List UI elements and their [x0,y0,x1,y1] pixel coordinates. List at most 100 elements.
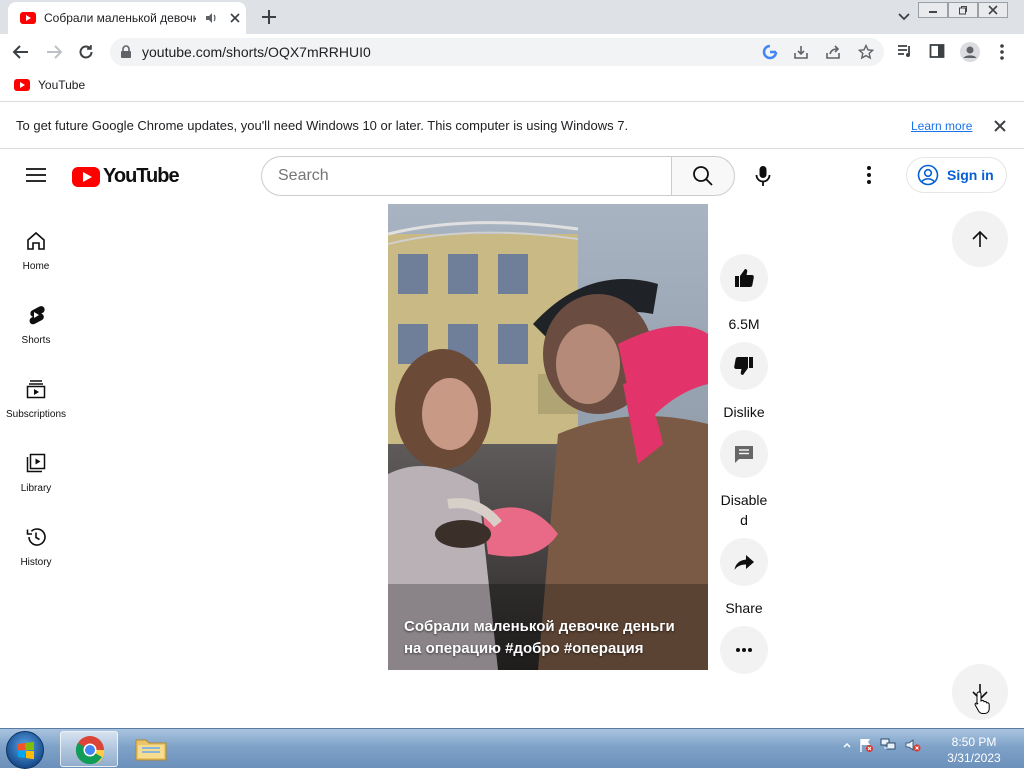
comments-button[interactable] [720,430,768,478]
hand-cursor-icon [974,691,990,714]
share-page-icon[interactable] [825,44,841,60]
thumbs-down-icon [734,357,753,375]
voice-search-button[interactable] [743,156,783,196]
network-icon[interactable] [880,737,898,753]
clock-date: 3/31/2023 [947,751,1001,765]
search-input[interactable] [262,157,672,195]
search-button[interactable] [671,156,735,196]
dislike-button[interactable] [720,342,768,390]
bookmark-youtube[interactable]: YouTube [14,78,85,92]
comment-icon [735,446,753,463]
guide-label: Library [20,483,52,494]
home-icon [27,231,45,250]
thumbs-up-icon [735,269,754,287]
windows-taskbar: 8:50 PM 3/31/2023 [0,728,1024,769]
address-bar[interactable]: youtube.com/shorts/OQX7mRRHUI0 [110,38,884,66]
previous-short-button[interactable] [952,211,1008,267]
reload-icon[interactable] [77,43,95,61]
volume-muted-icon[interactable] [904,737,922,753]
action-center-flag-icon[interactable] [858,737,874,753]
close-window-icon[interactable] [978,2,1008,18]
bookmark-star-icon[interactable] [858,44,874,60]
comments-action: Disable d [720,430,768,530]
system-clock[interactable]: 8:50 PM 3/31/2023 [944,734,1004,766]
subscriptions-icon [26,380,46,399]
youtube-masthead: YouTube Sign in [0,150,1024,204]
close-tab-icon[interactable] [228,11,242,25]
like-button[interactable] [720,254,768,302]
chevron-down-icon[interactable] [896,10,912,24]
shorts-video-player[interactable]: Собрали маленькой девочке деньги на опер… [388,204,708,670]
url-text: youtube.com/shorts/OQX7mRRHUI0 [142,44,371,60]
window-controls [918,2,1008,18]
show-hidden-icons-icon[interactable] [842,740,852,750]
tab-title: Собрали маленькой девочке [44,11,196,25]
microphone-icon [755,166,771,186]
lock-icon[interactable] [120,45,132,59]
share-arrow-icon [734,555,754,570]
guide-item-library[interactable]: Library [0,438,72,498]
infobar-message: To get future Google Chrome updates, you… [16,118,629,133]
like-action: 6.5M [720,254,768,334]
media-control-icon[interactable] [897,43,913,59]
learn-more-link[interactable]: Learn more [911,119,972,133]
settings-more-icon[interactable] [866,165,872,185]
clock-time: 8:50 PM [951,735,997,749]
more-horizontal-icon [736,648,752,652]
folder-icon [135,739,167,761]
share-label: Share [725,600,763,616]
sign-in-button[interactable]: Sign in [906,157,1007,193]
hashtag-link[interactable]: #операция [564,640,644,657]
guide-item-subscriptions[interactable]: Subscriptions [0,364,72,424]
dislike-action: Dislike [720,342,768,422]
start-button[interactable] [6,731,44,769]
arrow-up-icon [972,230,988,247]
guide-item-history[interactable]: History [0,512,72,572]
hamburger-menu-icon[interactable] [26,167,46,183]
taskbar-chrome[interactable] [60,731,118,767]
short-caption[interactable]: Собрали маленькой девочке деньги на опер… [404,616,694,660]
share-button[interactable] [720,538,768,586]
guide-label: Subscriptions [5,409,67,420]
search-icon [693,166,713,186]
youtube-logo[interactable]: YouTube [72,165,180,188]
guide-label: Shorts [21,335,51,346]
history-icon [26,528,46,546]
more-options-button[interactable] [720,626,768,674]
forward-arrow-icon[interactable] [45,43,63,61]
guide-item-shorts[interactable]: Shorts [0,290,72,350]
new-tab-icon[interactable] [260,8,278,26]
share-action: Share [720,538,768,618]
like-count: 6.5M [728,316,760,332]
browser-tab[interactable]: Собрали маленькой девочке [8,2,246,34]
comments-disabled-label: Disable d [720,492,768,528]
guide-item-home[interactable]: Home [0,216,72,276]
guide-label: History [20,557,52,568]
speaker-icon[interactable] [204,11,218,25]
profile-avatar-icon[interactable] [959,41,981,63]
hashtag-link[interactable]: #добро [505,640,560,657]
windows-logo-icon [18,741,34,760]
youtube-favicon-icon [14,79,30,91]
bookmark-label: YouTube [38,78,86,92]
youtube-favicon-icon [20,12,36,24]
google-translate-icon[interactable] [762,44,778,60]
restore-icon[interactable] [948,2,978,18]
browser-toolbar: youtube.com/shorts/OQX7mRRHUI0 [0,34,1024,70]
dislike-label: Dislike [723,404,765,420]
back-arrow-icon[interactable] [12,43,30,61]
sign-in-label: Sign in [947,167,994,183]
side-panel-icon[interactable] [929,43,945,59]
taskbar-explorer[interactable] [122,731,180,767]
bookmarks-bar: YouTube [0,70,1024,102]
guide-label: Home [22,261,50,272]
video-frame [388,204,708,670]
minimize-icon[interactable] [918,2,948,18]
tab-strip: Собрали маленькой девочке [0,0,1024,34]
close-infobar-icon[interactable] [993,119,1007,133]
next-short-button[interactable] [952,664,1008,720]
chrome-menu-icon[interactable] [996,43,1008,61]
install-app-icon[interactable] [793,44,809,60]
youtube-wordmark: YouTube [103,165,180,187]
search-box [261,156,672,196]
